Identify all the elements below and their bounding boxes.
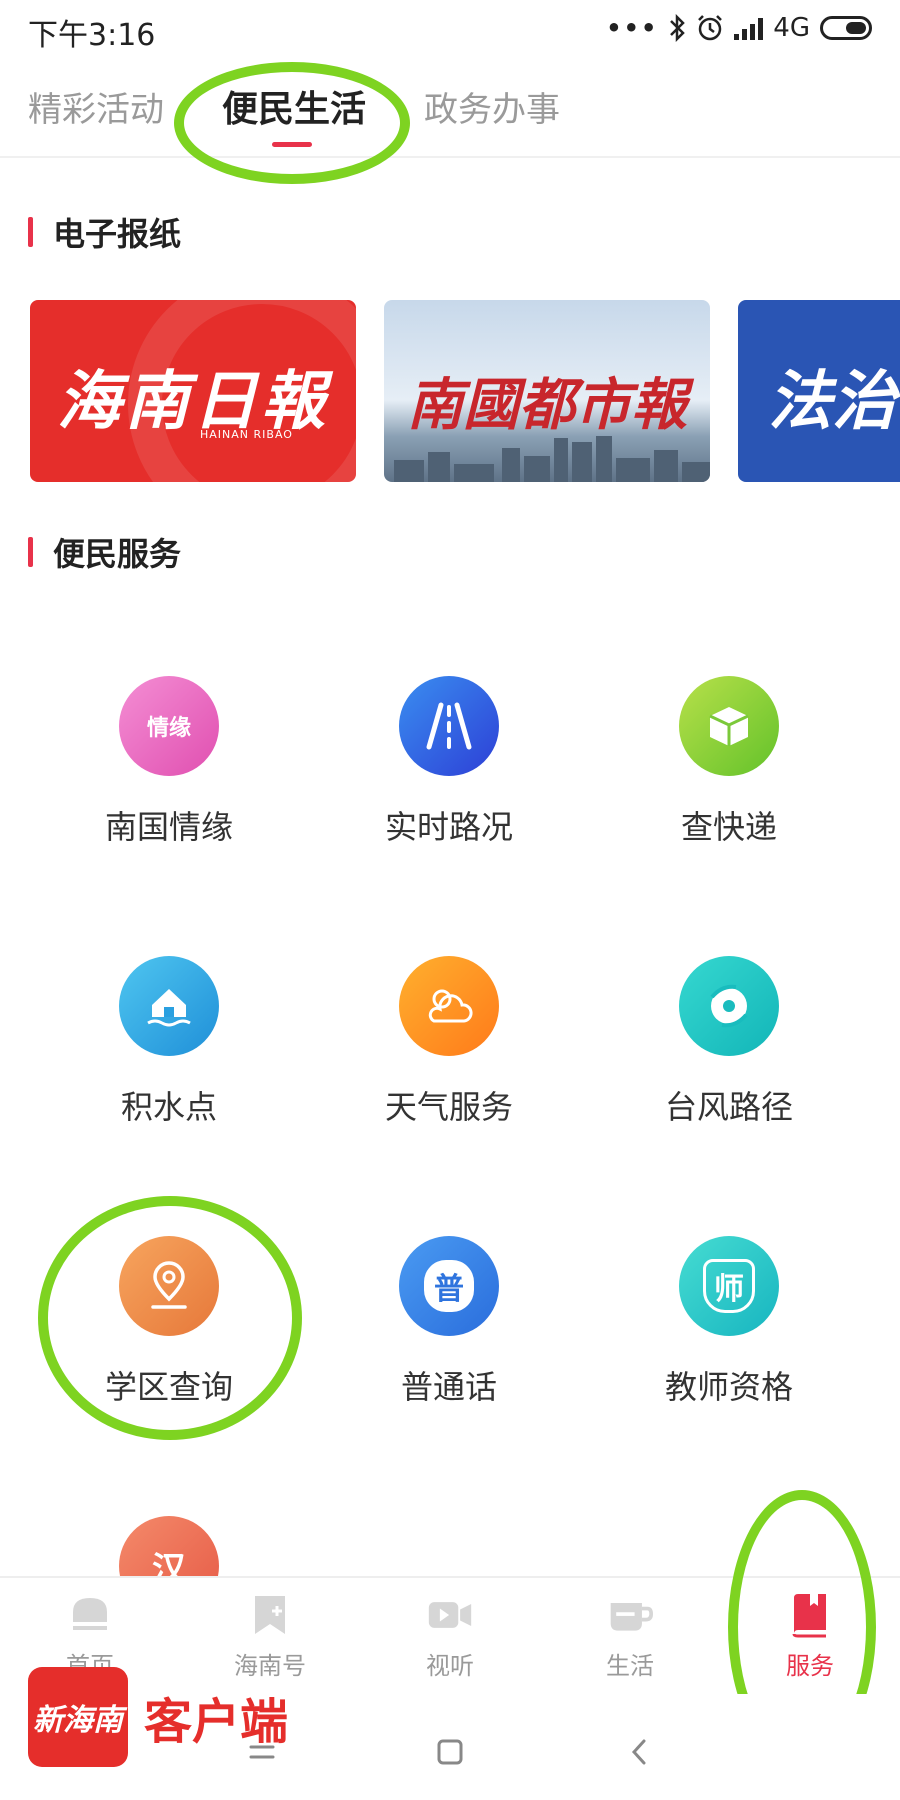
newspaper-card-legal-daily[interactable]: 法治 — [738, 300, 900, 482]
category-tabs: 精彩活动 便民生活 政务办事 — [0, 60, 900, 158]
nav-label: 生活 — [606, 1652, 654, 1680]
icon-glyph: 汉 — [152, 1549, 186, 1577]
newspaper-title: 南國都市報 — [407, 372, 687, 438]
video-camera-icon — [427, 1592, 473, 1638]
service-label: 南国情缘 — [104, 808, 233, 846]
newspaper-title: 法治 — [768, 364, 896, 439]
nav-label: 视听 — [426, 1652, 474, 1680]
service-label: 实时路况 — [384, 808, 513, 846]
home-icon — [67, 1592, 113, 1638]
newspaper-card-nanguo-metropolis[interactable]: 南國都市報 — [384, 300, 710, 482]
highlight-ring-tab — [174, 62, 410, 184]
service-hanzi[interactable]: 汉 — [64, 1516, 274, 1576]
house-flood-icon — [119, 956, 219, 1056]
tab-activities[interactable]: 精彩活动 — [28, 82, 164, 131]
service-weather[interactable]: 天气服务 — [344, 956, 554, 1128]
cup-icon — [607, 1592, 653, 1638]
network-type: 4G — [773, 13, 810, 43]
newspaper-card-hainan-daily[interactable]: 海南日報 HAINAN RIBAO — [30, 300, 356, 482]
alarm-icon — [698, 15, 723, 41]
nav-hainan-account[interactable]: 海南号 — [210, 1592, 330, 1681]
section-title: 电子报纸 — [53, 215, 182, 253]
package-icon — [679, 676, 779, 776]
service-nanguo-romance[interactable]: 情缘 南国情缘 — [64, 676, 274, 848]
service-waterlogging[interactable]: 积水点 — [64, 956, 274, 1128]
road-glyph — [426, 702, 472, 750]
more-dots-icon: ••• — [606, 14, 659, 42]
service-typhoon[interactable]: 台风路径 — [624, 956, 834, 1128]
back-icon — [631, 1739, 646, 1765]
nav-audio-video[interactable]: 视听 — [390, 1592, 510, 1681]
newspaper-subtitle: HAINAN RIBAO — [200, 428, 293, 441]
weather-icon — [399, 956, 499, 1056]
battery-icon — [820, 16, 872, 40]
status-bar: 下午3:16 ••• 4G — [0, 0, 900, 56]
back-button[interactable] — [610, 1722, 670, 1782]
home-button[interactable] — [420, 1722, 480, 1782]
city-skyline-image — [384, 436, 710, 482]
watermark: 新海南 客户端 — [28, 1667, 289, 1767]
tab-government-affairs[interactable]: 政务办事 — [424, 82, 560, 131]
service-express[interactable]: 查快递 — [624, 676, 834, 848]
nav-life[interactable]: 生活 — [570, 1592, 690, 1681]
icon-glyph: 师 — [703, 1259, 755, 1313]
service-label: 普通话 — [400, 1368, 497, 1406]
watermark-text: 客户端 — [144, 1694, 289, 1750]
service-teacher-qualification[interactable]: 师 教师资格 — [624, 1236, 834, 1408]
service-label: 积水点 — [120, 1088, 217, 1126]
section-newspapers: 电子报纸 — [28, 212, 182, 253]
service-label: 查快递 — [680, 808, 777, 846]
bookmark-plus-icon — [247, 1592, 293, 1638]
service-label: 教师资格 — [664, 1368, 793, 1406]
section-services: 便民服务 — [28, 532, 182, 573]
box-glyph — [709, 707, 749, 746]
service-label: 天气服务 — [384, 1088, 513, 1126]
hanzi-icon: 汉 — [119, 1516, 219, 1576]
watermark-logo: 新海南 — [28, 1667, 128, 1767]
service-label: 台风路径 — [664, 1088, 793, 1126]
house-glyph — [147, 989, 191, 1027]
newspaper-title: 海南日報 — [57, 364, 329, 439]
section-title: 便民服务 — [53, 535, 182, 573]
service-traffic[interactable]: 实时路况 — [344, 676, 554, 848]
signal-icon — [734, 16, 764, 40]
bluetooth-icon — [670, 14, 686, 42]
status-time: 下午3:16 — [28, 18, 156, 53]
road-icon — [399, 676, 499, 776]
square-icon — [437, 1739, 463, 1765]
highlight-ring-school-district — [38, 1196, 302, 1440]
section-marker — [28, 217, 33, 247]
section-marker — [28, 537, 33, 567]
service-mandarin[interactable]: 普 普通话 — [344, 1236, 554, 1408]
newspaper-carousel[interactable]: 海南日報 HAINAN RIBAO 南國都市報 法治 — [30, 300, 900, 482]
cloud-sun-glyph — [428, 989, 473, 1023]
typhoon-icon — [679, 956, 779, 1056]
mandarin-icon: 普 — [399, 1236, 499, 1336]
icon-glyph: 普 — [424, 1260, 474, 1312]
icon-glyph: 情缘 — [146, 716, 191, 741]
nanguo-icon: 情缘 — [119, 676, 219, 776]
teacher-icon: 师 — [679, 1236, 779, 1336]
swirl-glyph — [710, 984, 748, 1028]
status-icons: ••• 4G — [606, 10, 872, 46]
